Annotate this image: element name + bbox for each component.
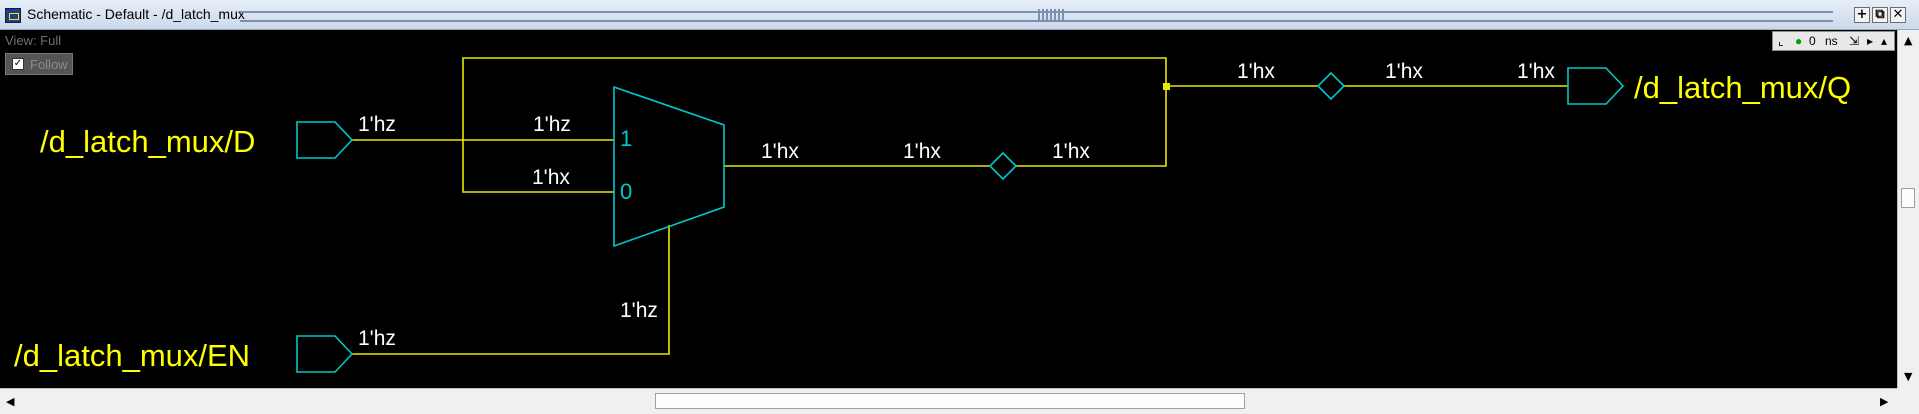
scroll-down-arrow-icon[interactable]: ▼: [1904, 370, 1912, 383]
schematic-canvas[interactable]: 1 0 /d_latch_mux/D /d_latch_mux/EN /d_la…: [0, 30, 1897, 388]
buffer-diamond-1[interactable]: [988, 151, 1018, 181]
wires: [352, 57, 1568, 355]
value-buffer1-in: 1'hx: [903, 140, 941, 163]
undock-window-button[interactable]: ⧉: [1872, 7, 1888, 23]
sim-time-unit: ns: [1825, 34, 1838, 48]
vertical-scrollbar[interactable]: ▲ ▼: [1897, 30, 1919, 388]
buffer-diamond-2[interactable]: [1316, 71, 1346, 101]
follow-checkbox[interactable]: ✓: [12, 58, 24, 70]
play-icon[interactable]: ▸: [1867, 34, 1873, 48]
add-window-button[interactable]: +: [1854, 7, 1870, 23]
close-window-button[interactable]: ✕: [1890, 7, 1906, 23]
port-q-symbol[interactable]: [1567, 67, 1625, 105]
schematic-app-icon[interactable]: [5, 8, 21, 23]
wire-en-to-mux-select[interactable]: [352, 225, 670, 355]
port-en-label[interactable]: /d_latch_mux/EN: [14, 338, 250, 373]
scroll-right-arrow-icon[interactable]: ▶: [1880, 395, 1888, 408]
view-mode-label: View: Full: [5, 33, 62, 48]
sim-time-value: 0: [1809, 34, 1816, 48]
window-title: Schematic - Default - /d_latch_mux: [27, 6, 245, 22]
port-en-symbol[interactable]: [296, 335, 354, 373]
value-mux-out: 1'hx: [761, 140, 799, 163]
simulation-time-toolbar: ⌞ ● 0 ns ⇲ ▸ ▴: [1772, 31, 1895, 51]
vertical-scroll-thumb[interactable]: [1901, 188, 1915, 208]
mux-input0-label: 0: [620, 179, 632, 204]
horizontal-scroll-thumb[interactable]: [655, 393, 1245, 409]
cursor-tool-icon[interactable]: ⌞: [1778, 34, 1784, 48]
value-q-net: 1'hx: [1237, 60, 1275, 83]
signal-values: 1'hz 1'hz 1'hx 1'hz 1'hz 1'hx 1'hx 1'hx …: [358, 60, 1555, 350]
horizontal-scrollbar[interactable]: ◀ ▶: [0, 388, 1897, 414]
port-q-label[interactable]: /d_latch_mux/Q: [1634, 70, 1851, 105]
scroll-up-arrow-icon[interactable]: ▲: [1904, 34, 1912, 47]
value-buffer1-out: 1'hx: [1052, 140, 1090, 163]
step-tool-icon[interactable]: ⇲: [1849, 34, 1859, 48]
scrollbar-corner: [1897, 388, 1919, 414]
value-mux-select: 1'hz: [620, 299, 658, 322]
port-d-symbol[interactable]: [296, 121, 354, 159]
status-indicator-icon: ●: [1795, 34, 1803, 48]
value-buffer2-out: 1'hx: [1385, 60, 1423, 83]
value-d-out: 1'hz: [358, 113, 396, 136]
window-titlebar: Schematic - Default - /d_latch_mux + ⧉ ✕: [0, 0, 1919, 30]
follow-toggle[interactable]: ✓ Follow: [5, 53, 73, 75]
titlebar-drag-grip[interactable]: [1038, 9, 1064, 20]
follow-label: Follow: [30, 57, 68, 72]
titlebar-rule: [240, 11, 1833, 22]
wire-junction-dot: [1163, 83, 1170, 90]
value-en-out: 1'hz: [358, 327, 396, 350]
scroll-up-icon[interactable]: ▴: [1881, 34, 1887, 48]
mux-symbol[interactable]: [613, 85, 725, 248]
value-mux-in1: 1'hz: [533, 113, 571, 136]
mux-input1-label: 1: [620, 126, 632, 151]
schematic-diagram: 1 0 /d_latch_mux/D /d_latch_mux/EN /d_la…: [14, 57, 1851, 373]
scroll-left-arrow-icon[interactable]: ◀: [6, 395, 14, 408]
value-mux-in0: 1'hx: [532, 166, 570, 189]
port-d-label[interactable]: /d_latch_mux/D: [40, 124, 255, 159]
value-q-in: 1'hx: [1517, 60, 1555, 83]
